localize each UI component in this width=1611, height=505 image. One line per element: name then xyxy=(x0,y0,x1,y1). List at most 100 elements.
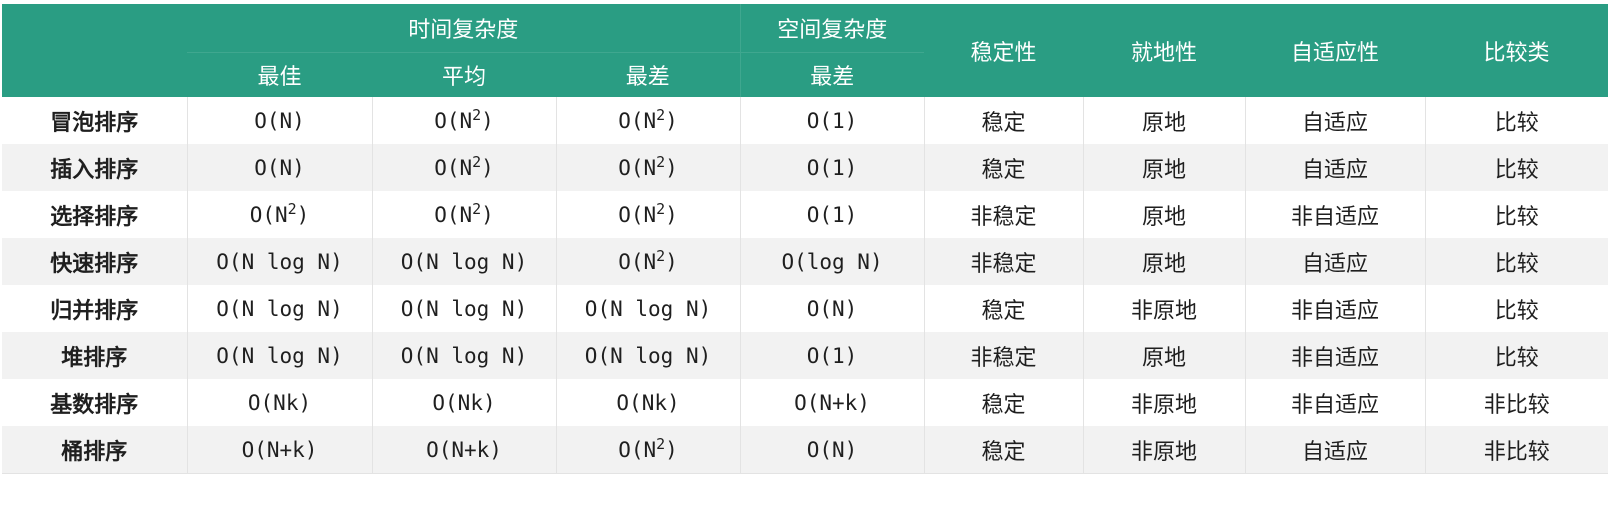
cell-worst-time-base: O(N xyxy=(618,155,657,180)
cell-average-time: O(N2) xyxy=(372,191,557,238)
table-row: 归并排序 O(N log N) O(N log N) O(N log N) O(N) 稳定… xyxy=(2,285,1609,332)
cell-best-time: O(N log N) xyxy=(187,332,373,379)
header-space-worst: 最差 xyxy=(740,52,925,97)
cell-best-time-base: O(N xyxy=(249,202,288,227)
cell-in-place: 非原地 xyxy=(1083,426,1246,474)
cell-space: O(N) xyxy=(740,426,925,474)
cell-in-place: 非原地 xyxy=(1083,379,1246,426)
cell-average-time-exponent: 2 xyxy=(472,199,482,218)
cell-in-place: 原地 xyxy=(1083,238,1246,285)
header-stability: 稳定性 xyxy=(924,4,1084,97)
cell-comparison: 非比较 xyxy=(1425,426,1609,474)
cell-worst-time-close-paren: ) xyxy=(665,155,678,180)
cell-stability: 稳定 xyxy=(924,426,1084,474)
cell-comparison: 比较 xyxy=(1425,285,1609,332)
cell-worst-time-exponent: 2 xyxy=(656,246,666,265)
cell-best-time-close-paren: ) xyxy=(296,202,310,227)
algorithm-name: 选择排序 xyxy=(2,191,188,238)
cell-adaptive: 非自适应 xyxy=(1245,332,1426,379)
cell-worst-time: O(N2) xyxy=(556,191,741,238)
cell-best-time: O(Nk) xyxy=(187,379,373,426)
cell-space-base: O(1) xyxy=(806,202,858,227)
cell-best-time: O(N log N) xyxy=(187,238,373,285)
cell-worst-time-base: O(N log N) xyxy=(584,296,712,321)
cell-best-time-exponent: 2 xyxy=(287,199,297,218)
header-worst: 最差 xyxy=(556,52,741,97)
cell-space: O(1) xyxy=(740,191,925,238)
cell-average-time-base: O(N xyxy=(434,155,473,180)
cell-average-time-exponent: 2 xyxy=(472,105,482,124)
cell-average-time: O(N+k) xyxy=(372,426,557,474)
cell-best-time-base: O(Nk) xyxy=(247,390,312,415)
cell-worst-time-exponent: 2 xyxy=(656,199,666,218)
cell-average-time-close-paren: ) xyxy=(481,108,494,133)
cell-adaptive: 非自适应 xyxy=(1245,285,1426,332)
header-in-place: 就地性 xyxy=(1083,4,1246,97)
table-row: 插入排序 O(N) O(N2) O(N2) O(1) 稳定 原地 自适应 比较 xyxy=(2,144,1609,191)
cell-average-time-close-paren: ) xyxy=(481,202,494,227)
cell-worst-time: O(N2) xyxy=(556,144,741,191)
cell-worst-time-base: O(N log N) xyxy=(584,343,712,368)
cell-space-base: O(1) xyxy=(806,343,858,368)
cell-comparison: 比较 xyxy=(1425,191,1609,238)
cell-in-place: 原地 xyxy=(1083,144,1246,191)
cell-average-time-base: O(N xyxy=(434,202,473,227)
cell-worst-time: O(N2) xyxy=(556,97,741,144)
cell-worst-time-base: O(N xyxy=(618,249,657,274)
cell-in-place: 非原地 xyxy=(1083,285,1246,332)
header-space-complexity: 空间复杂度 xyxy=(740,4,925,53)
cell-space: O(N+k) xyxy=(740,379,925,426)
cell-worst-time: O(N log N) xyxy=(556,285,741,332)
header-average: 平均 xyxy=(372,52,556,97)
table-row: 堆排序 O(N log N) O(N log N) O(N log N) O(1) 非稳定… xyxy=(2,332,1609,379)
cell-space: O(1) xyxy=(740,332,925,379)
cell-average-time: O(N log N) xyxy=(372,332,557,379)
algorithm-name: 插入排序 xyxy=(2,144,188,191)
algorithm-name: 冒泡排序 xyxy=(2,97,188,144)
header-comparison: 比较类 xyxy=(1425,4,1609,97)
cell-stability: 非稳定 xyxy=(924,191,1084,238)
algorithm-name: 桶排序 xyxy=(2,426,188,474)
cell-adaptive: 非自适应 xyxy=(1245,379,1426,426)
cell-best-time: O(N+k) xyxy=(187,426,373,474)
cell-adaptive: 自适应 xyxy=(1245,238,1426,285)
cell-adaptive: 非自适应 xyxy=(1245,191,1426,238)
cell-best-time: O(N) xyxy=(187,97,373,144)
sorting-comparison-table-wrapper: 时间复杂度 空间复杂度 稳定性 就地性 自适应性 比较类 最佳 平均 最差 最差… xyxy=(2,4,1609,474)
cell-average-time-base: O(N log N) xyxy=(400,249,528,274)
table-row: 选择排序 O(N2) O(N2) O(N2) O(1) 非稳定 原地 非自适应 比较 xyxy=(2,191,1609,238)
cell-best-time: O(N log N) xyxy=(187,285,373,332)
cell-comparison: 比较 xyxy=(1425,238,1609,285)
table-row: 基数排序 O(Nk) O(Nk) O(Nk) O(N+k) 稳定 非原地 非自适应 非比较 xyxy=(2,379,1609,426)
cell-best-time: O(N) xyxy=(187,144,373,191)
cell-worst-time: O(N2) xyxy=(556,426,741,474)
cell-space: O(N) xyxy=(740,285,925,332)
cell-best-time-base: O(N) xyxy=(254,108,305,133)
table-row: 快速排序 O(N log N) O(N log N) O(N2) O(log N) 非稳定… xyxy=(2,238,1609,285)
cell-best-time: O(N2) xyxy=(187,191,373,238)
cell-stability: 稳定 xyxy=(924,97,1084,144)
algorithm-name: 堆排序 xyxy=(2,332,188,379)
cell-in-place: 原地 xyxy=(1083,332,1246,379)
sorting-comparison-table: 时间复杂度 空间复杂度 稳定性 就地性 自适应性 比较类 最佳 平均 最差 最差… xyxy=(2,4,1609,474)
cell-worst-time-base: O(N xyxy=(618,108,657,133)
cell-average-time-base: O(N log N) xyxy=(400,296,528,321)
cell-best-time-base: O(N) xyxy=(254,155,305,180)
cell-average-time: O(N log N) xyxy=(372,285,557,332)
cell-worst-time-exponent: 2 xyxy=(656,152,666,171)
cell-average-time-base: O(N xyxy=(434,108,473,133)
cell-worst-time-base: O(N xyxy=(618,202,657,227)
algorithm-name: 归并排序 xyxy=(2,285,188,332)
table-row: 桶排序 O(N+k) O(N+k) O(N2) O(N) 稳定 非原地 自适应 非比较 xyxy=(2,426,1609,474)
cell-worst-time-close-paren: ) xyxy=(665,249,678,274)
cell-stability: 稳定 xyxy=(924,379,1084,426)
cell-worst-time-close-paren: ) xyxy=(665,437,678,462)
algorithm-name: 基数排序 xyxy=(2,379,188,426)
cell-in-place: 原地 xyxy=(1083,191,1246,238)
table-body: 冒泡排序 O(N) O(N2) O(N2) O(1) 稳定 原地 自适应 比较 插入排序 O(N) O… xyxy=(2,97,1609,474)
header-corner xyxy=(2,4,187,97)
cell-average-time: O(N2) xyxy=(372,144,557,191)
cell-adaptive: 自适应 xyxy=(1245,426,1426,474)
cell-best-time-base: O(N+k) xyxy=(241,437,318,462)
cell-space-base: O(N+k) xyxy=(794,390,870,415)
